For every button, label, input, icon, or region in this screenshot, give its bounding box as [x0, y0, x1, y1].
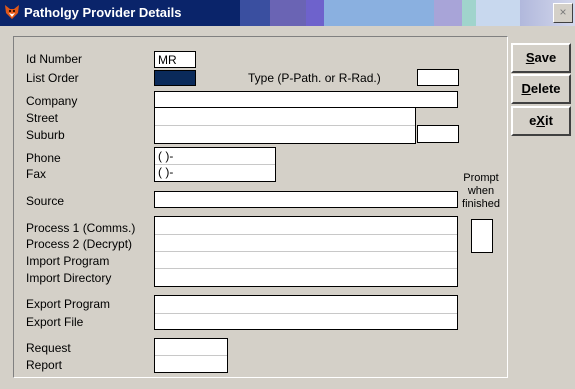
- import-directory-label: Import Directory: [26, 271, 112, 285]
- export-divider: [155, 313, 457, 314]
- export-file-label: Export File: [26, 315, 84, 329]
- request-label: Request: [26, 341, 71, 355]
- delete-button[interactable]: Delete: [511, 74, 571, 104]
- fax-label: Fax: [26, 167, 47, 181]
- company-label: Company: [26, 94, 78, 108]
- list-order-label: List Order: [26, 71, 79, 85]
- report-label: Report: [26, 358, 63, 372]
- request-report-divider: [155, 355, 227, 356]
- request-report-box: [154, 338, 228, 373]
- process-divider-2: [155, 251, 457, 252]
- source-label: Source: [26, 194, 65, 208]
- address-divider: [155, 125, 415, 126]
- company-field[interactable]: [154, 91, 458, 108]
- process1-label: Process 1 (Comms.): [26, 221, 136, 235]
- address-box: [154, 107, 416, 144]
- id-number-field[interactable]: MR: [154, 51, 196, 68]
- process-divider-3: [155, 268, 457, 269]
- id-number-value: MR: [158, 53, 177, 67]
- exit-button[interactable]: eXit: [511, 106, 571, 136]
- fax-field[interactable]: ( )-: [158, 165, 173, 179]
- type-field[interactable]: [417, 69, 459, 86]
- title-bar[interactable]: Patholgy Provider Details ×: [0, 0, 575, 26]
- close-icon[interactable]: ×: [553, 3, 573, 23]
- postcode-field[interactable]: [417, 125, 459, 143]
- source-field[interactable]: [154, 191, 458, 208]
- id-number-label: Id Number: [26, 52, 83, 66]
- phone-fax-box: ( )- ( )-: [154, 147, 276, 182]
- fox-app-icon: [5, 5, 19, 19]
- type-label: Type (P-Path. or R-Rad.): [248, 71, 381, 85]
- export-box: [154, 295, 458, 330]
- save-button[interactable]: Save: [511, 43, 571, 73]
- import-program-label: Import Program: [26, 254, 110, 268]
- street-label: Street: [26, 111, 59, 125]
- phone-label: Phone: [26, 151, 61, 165]
- prompt-when-finished-field[interactable]: [471, 219, 493, 253]
- window-title: Patholgy Provider Details: [24, 5, 182, 20]
- suburb-label: Suburb: [26, 128, 65, 142]
- process-divider-1: [155, 234, 457, 235]
- prompt-when-finished-label: Prompt when finished: [462, 172, 500, 210]
- title-bar-decoration: [240, 0, 520, 26]
- list-order-field[interactable]: [154, 70, 196, 86]
- phone-field[interactable]: ( )-: [158, 149, 173, 163]
- process2-label: Process 2 (Decrypt): [26, 237, 133, 251]
- export-program-label: Export Program: [26, 297, 111, 311]
- process-import-box: [154, 216, 458, 287]
